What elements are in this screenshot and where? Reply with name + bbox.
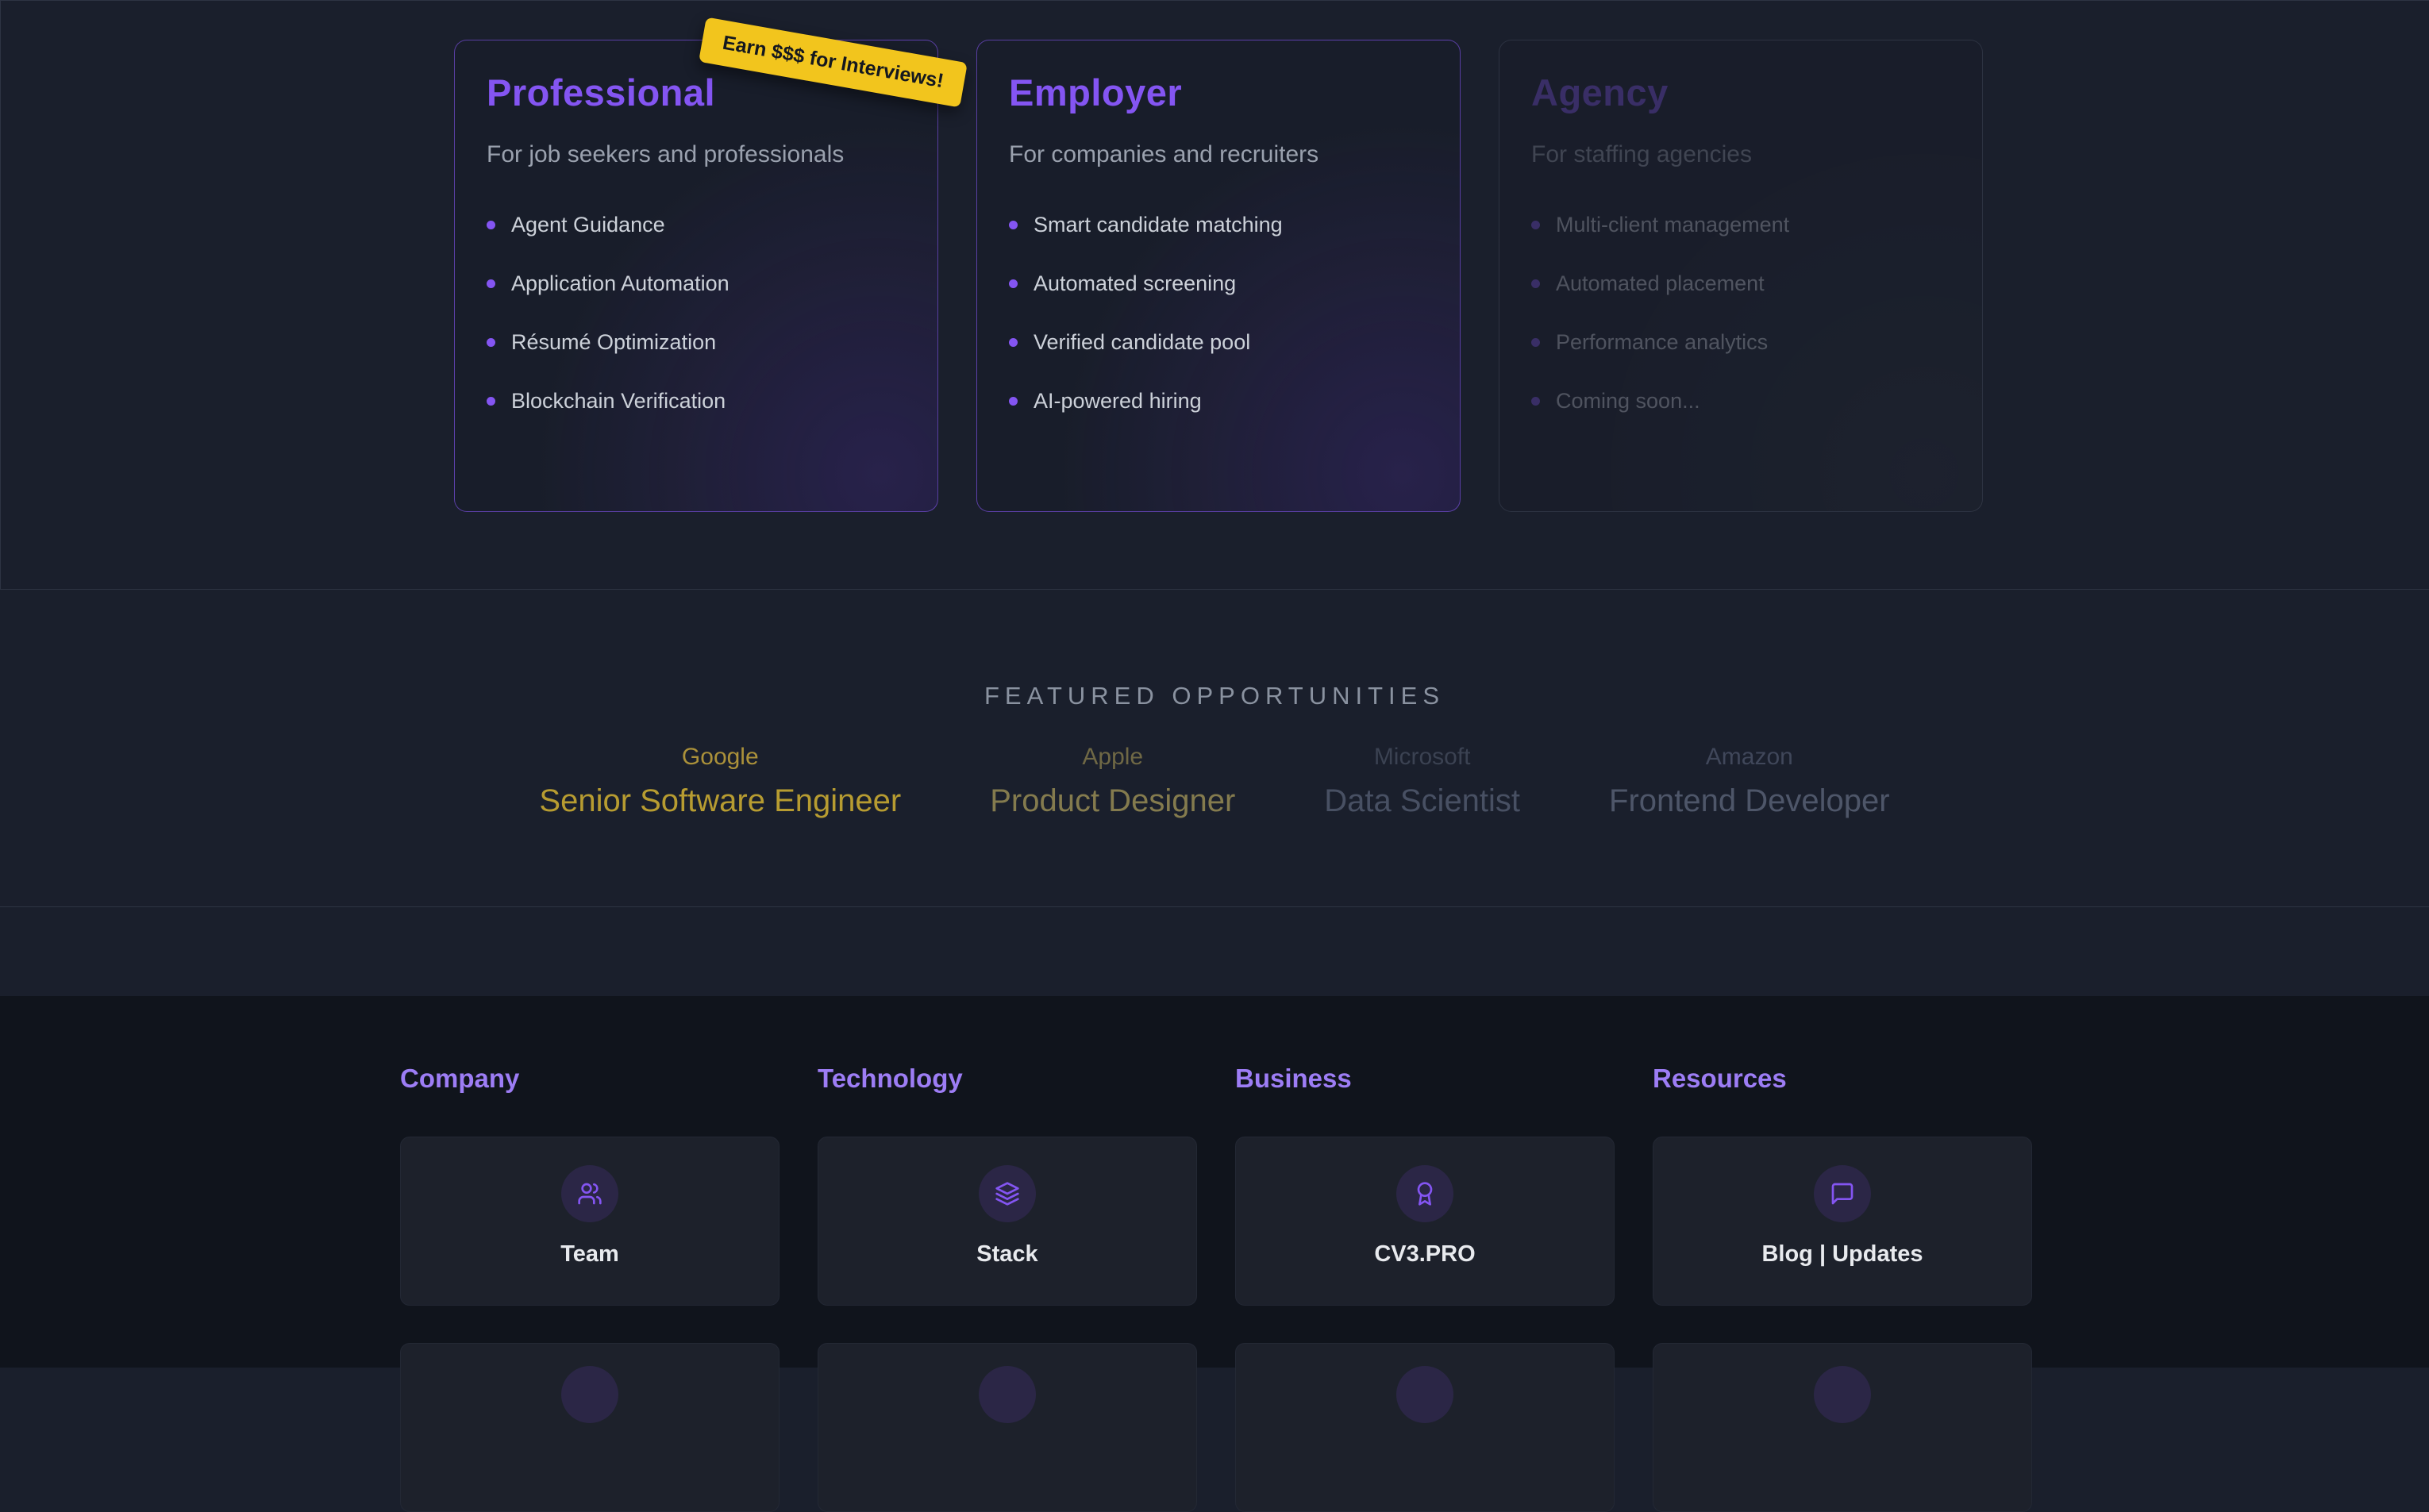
footer-card-icon [1814,1366,1871,1423]
plan-feature-label: Coming soon... [1556,389,1700,414]
footer-card-icon [979,1366,1036,1423]
footer-card-blog[interactable]: Blog | Updates [1653,1137,2032,1306]
plan-subtitle: For staffing agencies [1531,141,1950,168]
bullet-dot-icon [1531,279,1540,288]
plan-card-content: Employer For companies and recruiters Sm… [1009,71,1428,414]
bullet-dot-icon [487,279,495,288]
footer-heading-resources: Resources [1653,1064,2032,1094]
footer-column-resources: Resources Blog | Updates [1653,1064,2032,1512]
bullet-dot-icon [487,338,495,347]
award-icon [1396,1165,1453,1222]
plan-feature-label: Smart candidate matching [1034,213,1283,237]
plan-feature-list: Agent Guidance Application Automation Ré… [487,213,906,414]
bullet-dot-icon [1531,221,1540,229]
plan-feature: Blockchain Verification [487,389,906,414]
plan-feature-label: Verified candidate pool [1034,330,1250,355]
job-company: Amazon [1609,744,1890,771]
plan-feature: Smart candidate matching [1009,213,1428,237]
job-title: Data Scientist [1324,783,1520,819]
plan-feature: Multi-client management [1531,213,1950,237]
plan-feature: Résumé Optimization [487,330,906,355]
bullet-dot-icon [1009,279,1018,288]
plan-card-agency: Agency For staffing agencies Multi-clien… [1499,40,1983,512]
plan-feature: Performance analytics [1531,330,1950,355]
bullet-dot-icon [487,221,495,229]
message-square-icon [1814,1165,1871,1222]
featured-job-microsoft[interactable]: Microsoft Data Scientist [1324,744,1520,819]
footer-card-partial[interactable] [400,1343,780,1512]
plan-feature-label: Automated placement [1556,271,1765,296]
footer-heading-company: Company [400,1064,780,1094]
plan-card-professional[interactable]: Professional For job seekers and profess… [454,40,938,512]
featured-job-apple[interactable]: Apple Product Designer [990,744,1235,819]
plan-card-content: Agency For staffing agencies Multi-clien… [1531,71,1950,414]
featured-jobs-carousel: Google Senior Software Engineer Apple Pr… [0,744,2429,819]
plan-feature-label: AI-powered hiring [1034,389,1202,414]
footer-grid: Company Team Technology Stack [400,1064,2429,1512]
footer-card-icon [1396,1366,1453,1423]
featured-opportunities-heading: FEATURED OPPORTUNITIES [0,682,2429,710]
plans-section: Earn $$$ for Interviews! Professional Fo… [0,0,2429,590]
plan-feature-label: Multi-client management [1556,213,1789,237]
job-title: Senior Software Engineer [539,783,901,819]
footer-heading-business: Business [1235,1064,1615,1094]
page: Earn $$$ for Interviews! Professional Fo… [0,0,2429,590]
plan-subtitle: For companies and recruiters [1009,141,1428,168]
footer-card-label: Team [560,1241,619,1268]
plan-feature-label: Automated screening [1034,271,1236,296]
footer-card-partial[interactable] [1235,1343,1615,1512]
plan-feature-list: Smart candidate matching Automated scree… [1009,213,1428,414]
job-title: Product Designer [990,783,1235,819]
job-company: Google [539,744,901,771]
featured-opportunities-section: FEATURED OPPORTUNITIES Google Senior Sof… [0,589,2429,907]
plans-row: Professional For job seekers and profess… [454,40,1983,512]
plan-card-content: Professional For job seekers and profess… [487,71,906,414]
plan-subtitle: For job seekers and professionals [487,141,906,168]
site-footer: Company Team Technology Stack [0,996,2429,1368]
bullet-dot-icon [1009,221,1018,229]
bullet-dot-icon [1531,338,1540,347]
plan-feature: Automated screening [1009,271,1428,296]
layers-icon [979,1165,1036,1222]
footer-card-team[interactable]: Team [400,1137,780,1306]
plan-feature-label: Agent Guidance [511,213,665,237]
plan-feature: Coming soon... [1531,389,1950,414]
bullet-dot-icon [1531,397,1540,406]
bullet-dot-icon [1009,397,1018,406]
plan-feature-label: Performance analytics [1556,330,1768,355]
footer-card-label: Stack [976,1241,1037,1268]
plan-feature-label: Blockchain Verification [511,389,726,414]
bullet-dot-icon [487,397,495,406]
footer-card-partial[interactable] [818,1343,1197,1512]
featured-job-amazon[interactable]: Amazon Frontend Developer [1609,744,1890,819]
job-company: Microsoft [1324,744,1520,771]
footer-card-cv3pro[interactable]: CV3.PRO [1235,1137,1615,1306]
plan-feature: Automated placement [1531,271,1950,296]
plan-title: Employer [1009,71,1428,114]
plan-feature: AI-powered hiring [1009,389,1428,414]
bullet-dot-icon [1009,338,1018,347]
footer-card-partial[interactable] [1653,1343,2032,1512]
plan-title: Agency [1531,71,1950,114]
plan-feature-label: Résumé Optimization [511,330,716,355]
job-company: Apple [990,744,1235,771]
footer-card-label: Blog | Updates [1761,1241,1923,1268]
footer-column-business: Business CV3.PRO [1235,1064,1615,1512]
footer-card-stack[interactable]: Stack [818,1137,1197,1306]
footer-column-technology: Technology Stack [818,1064,1197,1512]
footer-column-company: Company Team [400,1064,780,1512]
users-icon [561,1165,618,1222]
plan-card-employer[interactable]: Employer For companies and recruiters Sm… [976,40,1461,512]
footer-card-label: CV3.PRO [1374,1241,1475,1268]
plan-feature: Agent Guidance [487,213,906,237]
plan-feature-label: Application Automation [511,271,729,296]
footer-card-icon [561,1366,618,1423]
plan-feature: Application Automation [487,271,906,296]
featured-job-google[interactable]: Google Senior Software Engineer [539,744,901,819]
footer-heading-technology: Technology [818,1064,1197,1094]
plan-feature-list: Multi-client management Automated placem… [1531,213,1950,414]
plan-feature: Verified candidate pool [1009,330,1428,355]
job-title: Frontend Developer [1609,783,1890,819]
